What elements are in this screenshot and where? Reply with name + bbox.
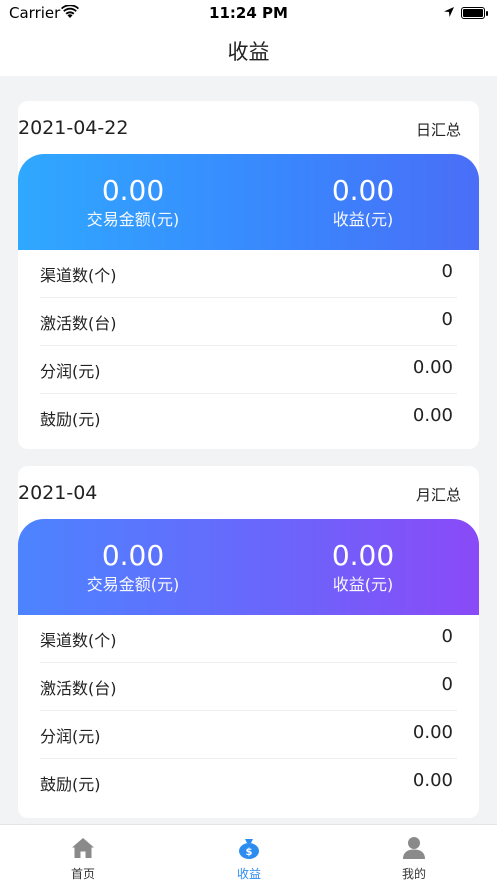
list-item: 激活数(台) 0 — [40, 298, 457, 346]
list-item: 分润(元) 0.00 — [40, 711, 457, 759]
daily-income-amount: 0.00 — [331, 174, 395, 207]
tab-mine-label: 我的 — [401, 867, 426, 881]
tab-income[interactable]: $ 收益 — [166, 825, 332, 883]
row-label: 分润(元) — [40, 727, 101, 746]
list-item: 鼓励(元) 0.00 — [40, 394, 457, 442]
daily-date[interactable]: 2021-04-22 — [18, 117, 128, 139]
monthly-income-stat: 0.00 收益(元) — [263, 539, 463, 597]
money-bag-icon: $ — [239, 839, 259, 859]
monthly-transaction-label: 交易金额(元) — [86, 575, 180, 594]
row-value: 0 — [441, 674, 453, 695]
daily-transaction-stat: 0.00 交易金额(元) — [33, 174, 233, 232]
battery-icon — [461, 7, 488, 19]
nav-bar: 收益 — [0, 26, 497, 76]
row-label: 激活数(台) — [40, 679, 117, 698]
list-item: 渠道数(个) 0 — [40, 250, 457, 298]
row-label: 鼓励(元) — [40, 410, 101, 429]
row-label: 鼓励(元) — [40, 775, 101, 794]
monthly-summary-card: 2021-04 月汇总 0.00 交易金额(元) 0.00 收益(元) 渠道数(… — [18, 466, 479, 818]
tab-home-label: 首页 — [70, 867, 95, 881]
row-value: 0 — [441, 626, 453, 647]
row-value: 0.00 — [412, 405, 453, 426]
row-label: 分润(元) — [40, 362, 101, 381]
row-value: 0 — [441, 309, 453, 330]
daily-transaction-label: 交易金额(元) — [86, 210, 180, 229]
monthly-summary-label: 月汇总 — [415, 486, 461, 504]
row-value: 0 — [441, 261, 453, 282]
location-arrow-icon — [444, 7, 454, 17]
row-label: 渠道数(个) — [40, 631, 117, 650]
list-item: 激活数(台) 0 — [40, 663, 457, 711]
tab-home[interactable]: 首页 — [0, 825, 166, 883]
tab-mine[interactable]: 我的 — [331, 825, 497, 883]
daily-summary-card: 2021-04-22 日汇总 0.00 交易金额(元) 0.00 收益(元) 渠… — [18, 101, 479, 449]
row-label: 渠道数(个) — [40, 266, 117, 285]
daily-banner: 0.00 交易金额(元) 0.00 收益(元) — [18, 154, 479, 250]
monthly-detail-list: 渠道数(个) 0 激活数(台) 0 分润(元) 0.00 鼓励(元) 0.00 — [18, 615, 479, 807]
svg-text:$: $ — [246, 847, 253, 858]
monthly-transaction-stat: 0.00 交易金额(元) — [33, 539, 233, 597]
tab-bar: 首页 $ 收益 我的 — [0, 824, 497, 883]
status-bar: Carrier 11:24 PM — [0, 0, 497, 26]
home-icon — [72, 838, 94, 858]
list-item: 渠道数(个) 0 — [40, 615, 457, 663]
row-value: 0.00 — [412, 357, 453, 378]
list-item: 分润(元) 0.00 — [40, 346, 457, 394]
daily-income-label: 收益(元) — [332, 210, 394, 229]
row-value: 0.00 — [412, 770, 453, 791]
monthly-income-amount: 0.00 — [331, 539, 395, 572]
clock: 11:24 PM — [209, 4, 288, 22]
daily-summary-label: 日汇总 — [415, 121, 461, 139]
tab-income-label: 收益 — [236, 867, 261, 881]
monthly-income-label: 收益(元) — [332, 575, 394, 594]
daily-detail-list: 渠道数(个) 0 激活数(台) 0 分润(元) 0.00 鼓励(元) 0.00 — [18, 250, 479, 442]
daily-income-stat: 0.00 收益(元) — [263, 174, 463, 232]
page-title: 收益 — [227, 40, 270, 64]
row-label: 激活数(台) — [40, 314, 117, 333]
daily-transaction-amount: 0.00 — [101, 174, 165, 207]
monthly-banner: 0.00 交易金额(元) 0.00 收益(元) — [18, 519, 479, 615]
monthly-date[interactable]: 2021-04 — [18, 482, 97, 504]
user-icon — [403, 837, 425, 859]
row-value: 0.00 — [412, 722, 453, 743]
list-item: 鼓励(元) 0.00 — [40, 759, 457, 807]
monthly-transaction-amount: 0.00 — [101, 539, 165, 572]
